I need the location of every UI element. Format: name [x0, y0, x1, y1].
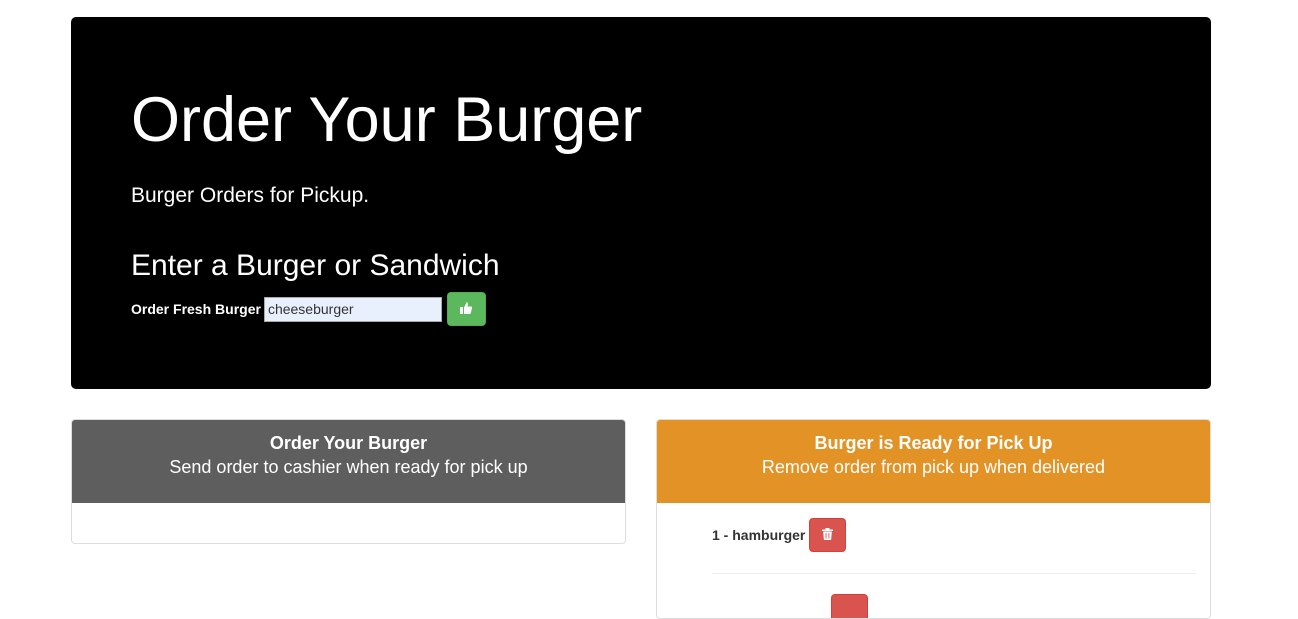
list-divider: [712, 573, 1196, 574]
submit-order-button[interactable]: [446, 292, 486, 326]
order-panel-subtitle: Send order to cashier when ready for pic…: [169, 457, 528, 477]
thumbs-up-icon: [459, 301, 473, 318]
ready-panel-title: Burger is Ready for Pick Up: [814, 433, 1053, 453]
order-panel-title: Order Your Burger: [269, 433, 428, 453]
ready-panel: Burger is Ready for Pick Up Remove order…: [656, 419, 1211, 619]
delete-order-button[interactable]: [809, 518, 847, 552]
page-subtitle: Burger Orders for Pickup.: [131, 184, 370, 207]
ready-panel-subtitle: Remove order from pick up when delivered: [761, 457, 1106, 477]
jumbotron-header: Order Your Burger Burger Orders for Pick…: [71, 17, 1211, 389]
trash-icon: [822, 527, 834, 543]
order-item-label: 1 - hamburger: [712, 527, 806, 543]
page-title: Order Your Burger: [131, 85, 643, 155]
burger-input-label: Order Fresh Burger: [131, 301, 261, 317]
order-panel: Order Your Burger Send order to cashier …: [71, 419, 626, 544]
burger-name-input[interactable]: [263, 296, 442, 322]
order-panel-heading: Order Your Burger Send order to cashier …: [72, 420, 625, 503]
ready-panel-heading: Burger is Ready for Pick Up Remove order…: [657, 420, 1210, 503]
form-heading: Enter a Burger or Sandwich: [131, 249, 500, 282]
list-item: 1 - hamburger: [712, 518, 847, 552]
burger-order-form: Order Fresh Burger: [131, 292, 486, 326]
